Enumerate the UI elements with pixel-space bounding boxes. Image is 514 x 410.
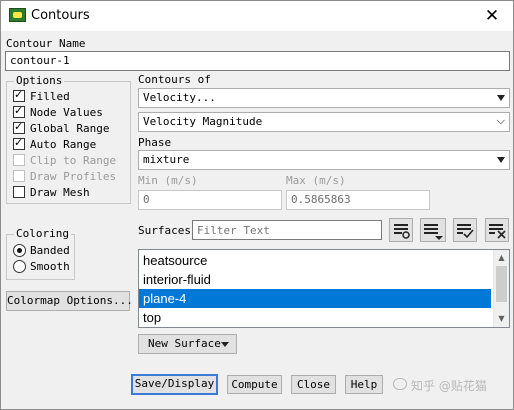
clip-to-range-checkbox-label: Clip to Range	[30, 154, 117, 167]
surface-item-heatsource[interactable]: heatsource	[139, 251, 493, 270]
clip-to-range-checkbox-box	[13, 154, 25, 166]
surface-filter-input[interactable]	[192, 220, 382, 240]
contours-of-category-dropdown[interactable]: Velocity...	[138, 88, 510, 108]
help-button[interactable]: Help	[345, 375, 383, 394]
window-title: Contours	[31, 8, 90, 23]
fluent-app-icon	[9, 8, 26, 22]
scroll-up-icon[interactable]: ▲	[494, 251, 509, 265]
coloring-title: Coloring	[14, 227, 71, 240]
node-values-checkbox-label: Node Values	[30, 106, 103, 119]
max-input: 0.5865863	[286, 190, 430, 210]
banded-radio-label: Banded	[30, 244, 70, 257]
auto-range-checkbox-label: Auto Range	[30, 138, 97, 151]
surface-group-button[interactable]	[420, 218, 446, 242]
save-display-button[interactable]: Save/Display	[131, 374, 218, 395]
surface-item-top[interactable]: top	[139, 308, 493, 327]
node-values-checkbox-box[interactable]	[13, 104, 25, 118]
contours-of-label: Contours of	[138, 73, 211, 86]
contours-of-quantity-dropdown[interactable]: Velocity Magnitude ⌵	[138, 112, 510, 132]
max-label: Max (m/s)	[286, 174, 346, 187]
contours-dialog: Contours ✕ Contour Name contour-1 Option…	[0, 0, 514, 410]
contour-name-input[interactable]: contour-1	[5, 51, 510, 71]
filled-checkbox-box[interactable]	[13, 88, 25, 102]
contours-of-category-value: Velocity...	[143, 91, 216, 104]
list-check-icon	[457, 224, 474, 239]
global-range-checkbox-label: Global Range	[30, 122, 110, 135]
chevron-down-icon: ⌵	[496, 114, 505, 127]
list-filter-icon	[394, 224, 410, 239]
smooth-radio-dot[interactable]	[13, 260, 26, 273]
surfaces-scrollbar[interactable]: ▲ ▼	[493, 250, 509, 327]
list-dropdown-icon	[424, 224, 443, 240]
surfaces-label: Surfaces	[138, 224, 191, 237]
auto-range-checkbox-box[interactable]	[13, 136, 25, 150]
coloring-group	[6, 234, 75, 280]
smooth-radio-label: Smooth	[30, 260, 70, 273]
close-button[interactable]: Close	[291, 375, 336, 394]
surface-filter-options-button[interactable]	[389, 218, 413, 242]
min-input: 0	[138, 190, 282, 210]
global-range-checkbox-box[interactable]	[13, 120, 25, 134]
list-clear-icon	[489, 224, 506, 239]
draw-profiles-checkbox-box	[13, 170, 25, 182]
deselect-all-surfaces-button[interactable]	[485, 218, 509, 242]
draw-mesh-checkbox-label: Draw Mesh	[30, 186, 90, 199]
new-surface-dropdown-button[interactable]: New Surface	[138, 334, 237, 354]
min-label: Min (m/s)	[138, 174, 198, 187]
options-title: Options	[14, 74, 65, 87]
select-all-surfaces-button[interactable]	[453, 218, 477, 242]
colormap-options-button[interactable]: Colormap Options...	[6, 291, 133, 311]
phase-dropdown[interactable]: mixture	[138, 150, 510, 170]
surface-item-plane-4[interactable]: plane-4	[139, 289, 491, 308]
contours-of-quantity-value: Velocity Magnitude	[143, 115, 263, 128]
close-icon[interactable]: ✕	[481, 5, 503, 27]
surface-item-interior-fluid[interactable]: interior-fluid	[139, 270, 493, 289]
watermark-logo-icon	[393, 378, 407, 390]
filled-checkbox-label: Filled	[30, 90, 70, 103]
compute-button[interactable]: Compute	[227, 375, 282, 394]
phase-value: mixture	[143, 153, 190, 166]
scroll-down-icon[interactable]: ▼	[494, 312, 509, 326]
new-surface-label: New Surface	[148, 337, 221, 350]
dropdown-arrow-icon	[497, 157, 505, 163]
dropdown-arrow-icon	[497, 95, 505, 101]
title-bar[interactable]: Contours ✕	[1, 1, 513, 31]
draw-profiles-checkbox-label: Draw Profiles	[30, 170, 117, 183]
banded-radio-dot[interactable]	[13, 244, 26, 257]
watermark: 知乎 @贴花猫	[411, 379, 487, 393]
contour-name-label: Contour Name	[6, 37, 86, 50]
scroll-thumb[interactable]	[496, 266, 507, 302]
draw-mesh-checkbox-box[interactable]	[13, 186, 25, 198]
phase-label: Phase	[138, 136, 172, 149]
surfaces-listbox[interactable]: heatsource interior-fluid plane-4 top ▲ …	[138, 249, 510, 328]
dropdown-arrow-icon	[221, 342, 229, 347]
